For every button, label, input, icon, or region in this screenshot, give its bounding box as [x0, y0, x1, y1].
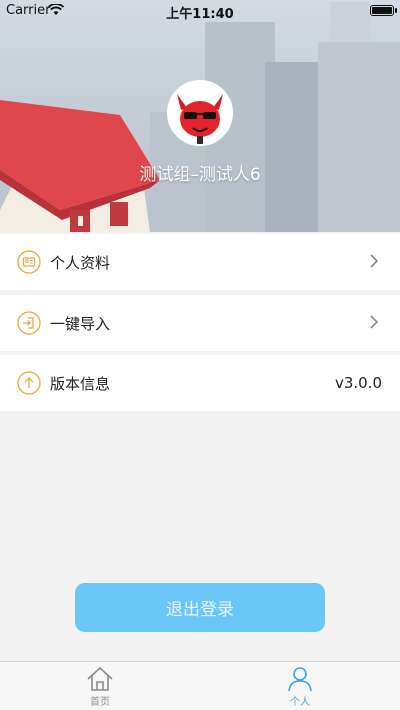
- chevron-right-icon: [370, 254, 378, 268]
- person-icon: [288, 667, 312, 692]
- import-icon: [17, 311, 41, 335]
- avatar[interactable]: [167, 80, 233, 146]
- chevron-right-icon: [370, 315, 378, 329]
- user-name: 测试组–测试人6: [139, 165, 261, 185]
- profile-card-icon: [17, 250, 41, 274]
- tab-label: 首页: [90, 697, 110, 708]
- profile-header: Carrier 上午11:40 测试组–测试人6: [0, 0, 400, 232]
- house-illustration: [0, 100, 160, 232]
- tab-personal[interactable]: 个人: [200, 662, 400, 710]
- menu-item-import[interactable]: 一键导入: [0, 295, 400, 351]
- battery-tip: [395, 8, 397, 13]
- home-icon: [87, 666, 113, 691]
- menu-item-label: 版本信息: [50, 374, 111, 393]
- menu-item-label: 个人资料: [50, 253, 111, 272]
- menu-item-profile[interactable]: 个人资料: [0, 234, 400, 290]
- tab-bar: 首页 个人: [0, 661, 400, 710]
- tab-label: 个人: [290, 697, 310, 708]
- logout-button[interactable]: 退出登录: [75, 583, 325, 632]
- menu-item-label: 一键导入: [50, 314, 111, 333]
- menu-item-version[interactable]: 版本信息 v3.0.0: [0, 355, 400, 411]
- tab-home[interactable]: 首页: [0, 662, 200, 710]
- clock: 上午11:40: [166, 7, 234, 22]
- version-value: v3.0.0: [334, 374, 382, 392]
- status-bar: Carrier 上午11:40: [0, 0, 400, 22]
- battery-icon: [370, 5, 394, 16]
- devil-avatar-icon: [169, 82, 231, 144]
- upgrade-arrow-icon: [17, 371, 41, 395]
